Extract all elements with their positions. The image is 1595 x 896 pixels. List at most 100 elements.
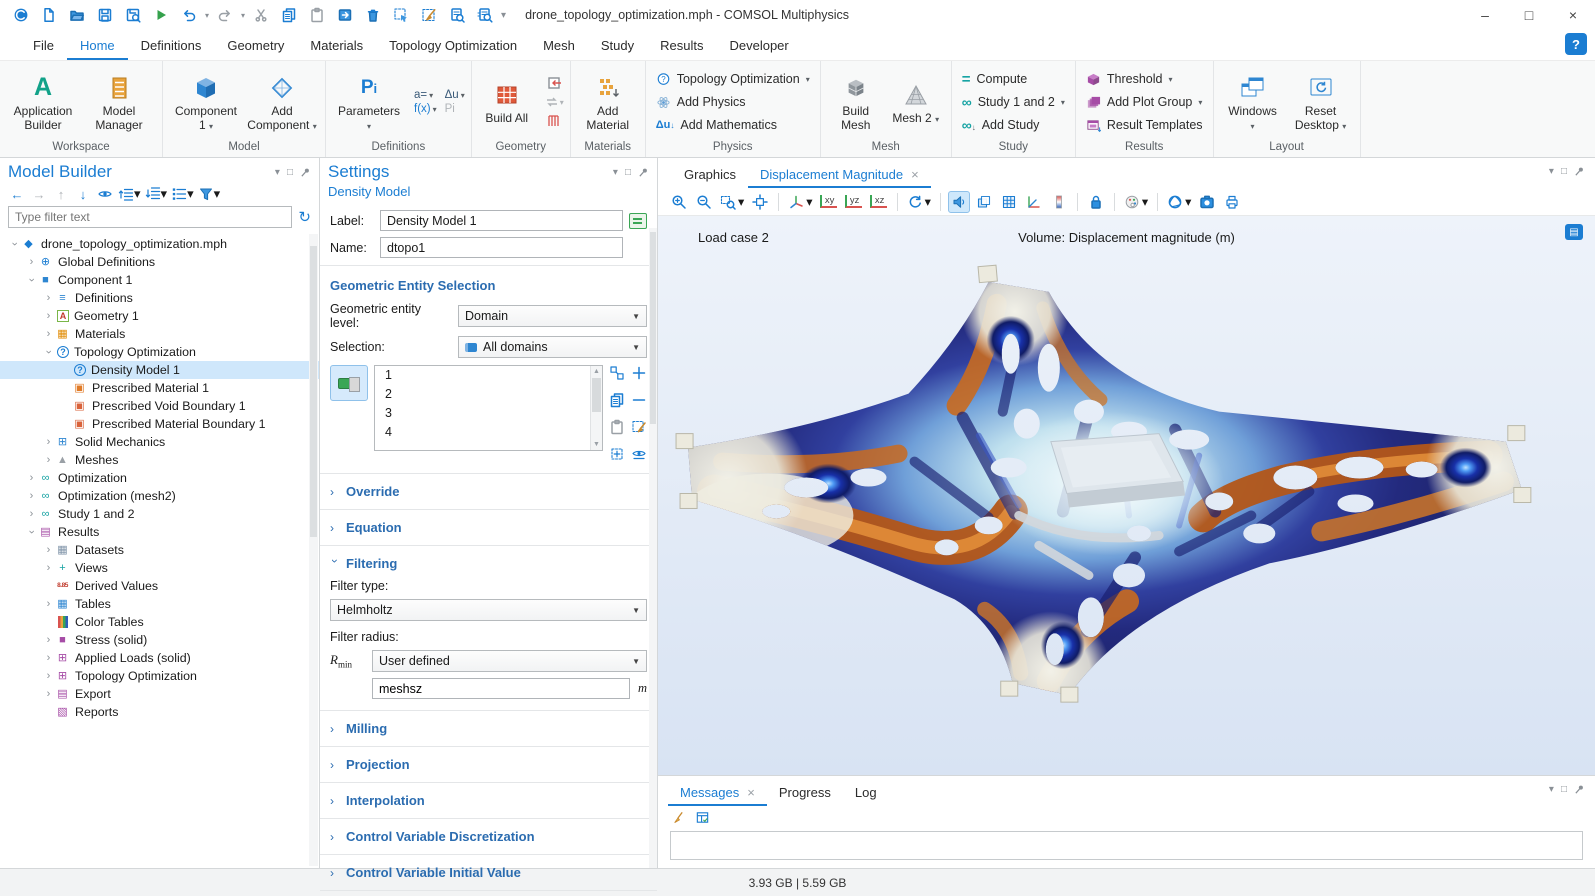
menu-tab-file[interactable]: File bbox=[20, 33, 67, 60]
brush-select-button[interactable] bbox=[416, 3, 442, 27]
select-region-button[interactable] bbox=[388, 3, 414, 27]
undo-button[interactable] bbox=[176, 3, 202, 27]
move-down-button[interactable]: ↓ bbox=[74, 185, 92, 203]
tree-item-prescribed-material-boundary-1[interactable]: ▣Prescribed Material Boundary 1 bbox=[0, 415, 319, 433]
selection-list-item[interactable]: 4 bbox=[385, 425, 588, 444]
run-button[interactable] bbox=[148, 3, 174, 27]
rename-icon[interactable] bbox=[629, 213, 647, 229]
tree-item-reports[interactable]: ▧Reports bbox=[0, 703, 319, 721]
tree-item-stress-solid-[interactable]: ›■Stress (solid) bbox=[0, 631, 319, 649]
filter-type-dropdown[interactable]: Helmholtz▼ bbox=[330, 599, 647, 621]
selection-list-item[interactable]: 2 bbox=[385, 387, 588, 406]
tree-arrow-icon[interactable]: › bbox=[42, 544, 55, 556]
selection-list-item[interactable]: 1 bbox=[385, 368, 588, 387]
tree-item-density-model-1[interactable]: ?Density Model 1 bbox=[0, 361, 319, 379]
minimize-button[interactable]: – bbox=[1463, 0, 1507, 30]
tree-arrow-icon[interactable]: › bbox=[42, 562, 55, 574]
move-up-button[interactable]: ↑ bbox=[52, 185, 70, 203]
section-control-variable-discretization[interactable]: ›Control Variable Discretization bbox=[320, 823, 657, 850]
float-icon[interactable]: □ bbox=[287, 167, 293, 178]
maximize-button[interactable]: □ bbox=[1507, 0, 1551, 30]
add-button[interactable] bbox=[631, 365, 647, 384]
active-toggle-button[interactable] bbox=[330, 365, 368, 401]
tab-log[interactable]: Log bbox=[843, 780, 889, 806]
tab-progress[interactable]: Progress bbox=[767, 780, 843, 806]
section-filtering[interactable]: ›Filtering bbox=[320, 550, 657, 577]
view-3d-button[interactable]: ▾ bbox=[786, 191, 814, 213]
label-field[interactable] bbox=[380, 210, 623, 231]
mesh-2-button[interactable]: Mesh 2 ▾ bbox=[887, 77, 945, 127]
tree-arrow-icon[interactable]: › bbox=[25, 490, 38, 502]
tree-item-tables[interactable]: ›▦Tables bbox=[0, 595, 319, 613]
menu-tab-topology-optimization[interactable]: Topology Optimization bbox=[376, 33, 530, 60]
name-field[interactable] bbox=[380, 237, 623, 258]
tree-item-component-1[interactable]: ›■Component 1 bbox=[0, 271, 319, 289]
tree-item-views[interactable]: ›+Views bbox=[0, 559, 319, 577]
tree-item-materials[interactable]: ›▦Materials bbox=[0, 325, 319, 343]
zoom-box-button[interactable]: ▾ bbox=[718, 191, 746, 213]
zoom-out-button[interactable] bbox=[693, 191, 715, 213]
entity-level-dropdown[interactable]: Domain▼ bbox=[458, 305, 647, 327]
section-interpolation[interactable]: ›Interpolation bbox=[320, 787, 657, 814]
tree-arrow-icon[interactable]: › bbox=[42, 652, 55, 664]
chevron-down-icon[interactable]: ▾ bbox=[205, 11, 209, 20]
result-templates-button[interactable]: Result Templates bbox=[1082, 114, 1207, 137]
build-mesh-button[interactable]: Build Mesh bbox=[827, 70, 885, 135]
cut-button[interactable] bbox=[248, 3, 274, 27]
new-file-button[interactable] bbox=[36, 3, 62, 27]
visibility-button[interactable] bbox=[631, 446, 647, 465]
tree-item-applied-loads-solid-[interactable]: ›⊞Applied Loads (solid) bbox=[0, 649, 319, 667]
comsol-logo-button[interactable] bbox=[8, 3, 34, 27]
section-projection[interactable]: ›Projection bbox=[320, 751, 657, 778]
compute-button[interactable]: = Compute bbox=[958, 68, 1069, 91]
refresh-icon[interactable]: ↻ bbox=[298, 208, 311, 226]
menu-tab-mesh[interactable]: Mesh bbox=[530, 33, 588, 60]
selection-list-item[interactable]: 3 bbox=[385, 406, 588, 425]
tree-arrow-icon[interactable]: › bbox=[25, 256, 38, 268]
open-button[interactable] bbox=[64, 3, 90, 27]
variables-button[interactable]: a=▾ bbox=[414, 89, 437, 101]
lock-button[interactable] bbox=[1085, 191, 1107, 213]
selection-list[interactable]: 1234▲▼ bbox=[374, 365, 603, 451]
back-button[interactable]: ← bbox=[8, 185, 26, 203]
paste-button[interactable] bbox=[304, 3, 330, 27]
add-component-button[interactable]: Add Component ▾ bbox=[245, 70, 319, 135]
add-plot-group-button[interactable]: Add Plot Group▾ bbox=[1082, 91, 1207, 114]
parameters-button[interactable]: Pi Parameters▾ bbox=[332, 70, 406, 135]
tree-item-geometry-1[interactable]: ›AGeometry 1 bbox=[0, 307, 319, 325]
reset-desktop-button[interactable]: Reset Desktop ▾ bbox=[1288, 70, 1354, 135]
close-icon[interactable]: × bbox=[747, 785, 755, 800]
save-button[interactable] bbox=[92, 3, 118, 27]
topology-optimization-button[interactable]: ? Topology Optimization▾ bbox=[652, 68, 814, 91]
section-equation[interactable]: ›Equation bbox=[320, 514, 657, 541]
tree-arrow-icon[interactable]: › bbox=[25, 508, 38, 520]
view-xy-button[interactable]: xy bbox=[818, 191, 840, 213]
save-find-button[interactable] bbox=[120, 3, 146, 27]
show-button[interactable] bbox=[96, 185, 114, 203]
selection-dropdown[interactable]: All domains▼ bbox=[458, 336, 647, 358]
chevron-down-icon[interactable]: ▾ bbox=[241, 11, 245, 20]
find-node-button[interactable] bbox=[444, 3, 470, 27]
delete-button[interactable] bbox=[360, 3, 386, 27]
tree-scrollbar[interactable] bbox=[309, 234, 318, 866]
print-button[interactable] bbox=[1221, 191, 1243, 213]
functions-button[interactable]: f(x)▾ bbox=[414, 103, 437, 115]
add-material-button[interactable]: Add Material bbox=[577, 70, 639, 135]
tree-arrow-icon[interactable]: › bbox=[26, 274, 38, 287]
panel-menu-icon[interactable]: ▾ bbox=[275, 167, 280, 178]
axes-button[interactable] bbox=[1023, 191, 1045, 213]
scene-settings-button[interactable]: ▾ bbox=[1165, 191, 1193, 213]
tree-arrow-icon[interactable]: › bbox=[42, 292, 55, 304]
copy-button[interactable] bbox=[276, 3, 302, 27]
add-physics-button[interactable]: Add Physics bbox=[652, 91, 814, 114]
menu-tab-study[interactable]: Study bbox=[588, 33, 647, 60]
scene-light-button[interactable] bbox=[948, 191, 970, 213]
tree-item-optimization[interactable]: ›∞Optimization bbox=[0, 469, 319, 487]
color-legend-button[interactable] bbox=[1048, 191, 1070, 213]
snapshot-button[interactable] bbox=[1196, 191, 1218, 213]
customize-icon[interactable]: ▾ bbox=[501, 10, 506, 21]
nonlocal-couplings-button[interactable]: Δu▾ bbox=[445, 89, 465, 101]
menu-tab-results[interactable]: Results bbox=[647, 33, 716, 60]
float-icon[interactable]: □ bbox=[1561, 784, 1567, 795]
duplicate-button[interactable] bbox=[332, 3, 358, 27]
